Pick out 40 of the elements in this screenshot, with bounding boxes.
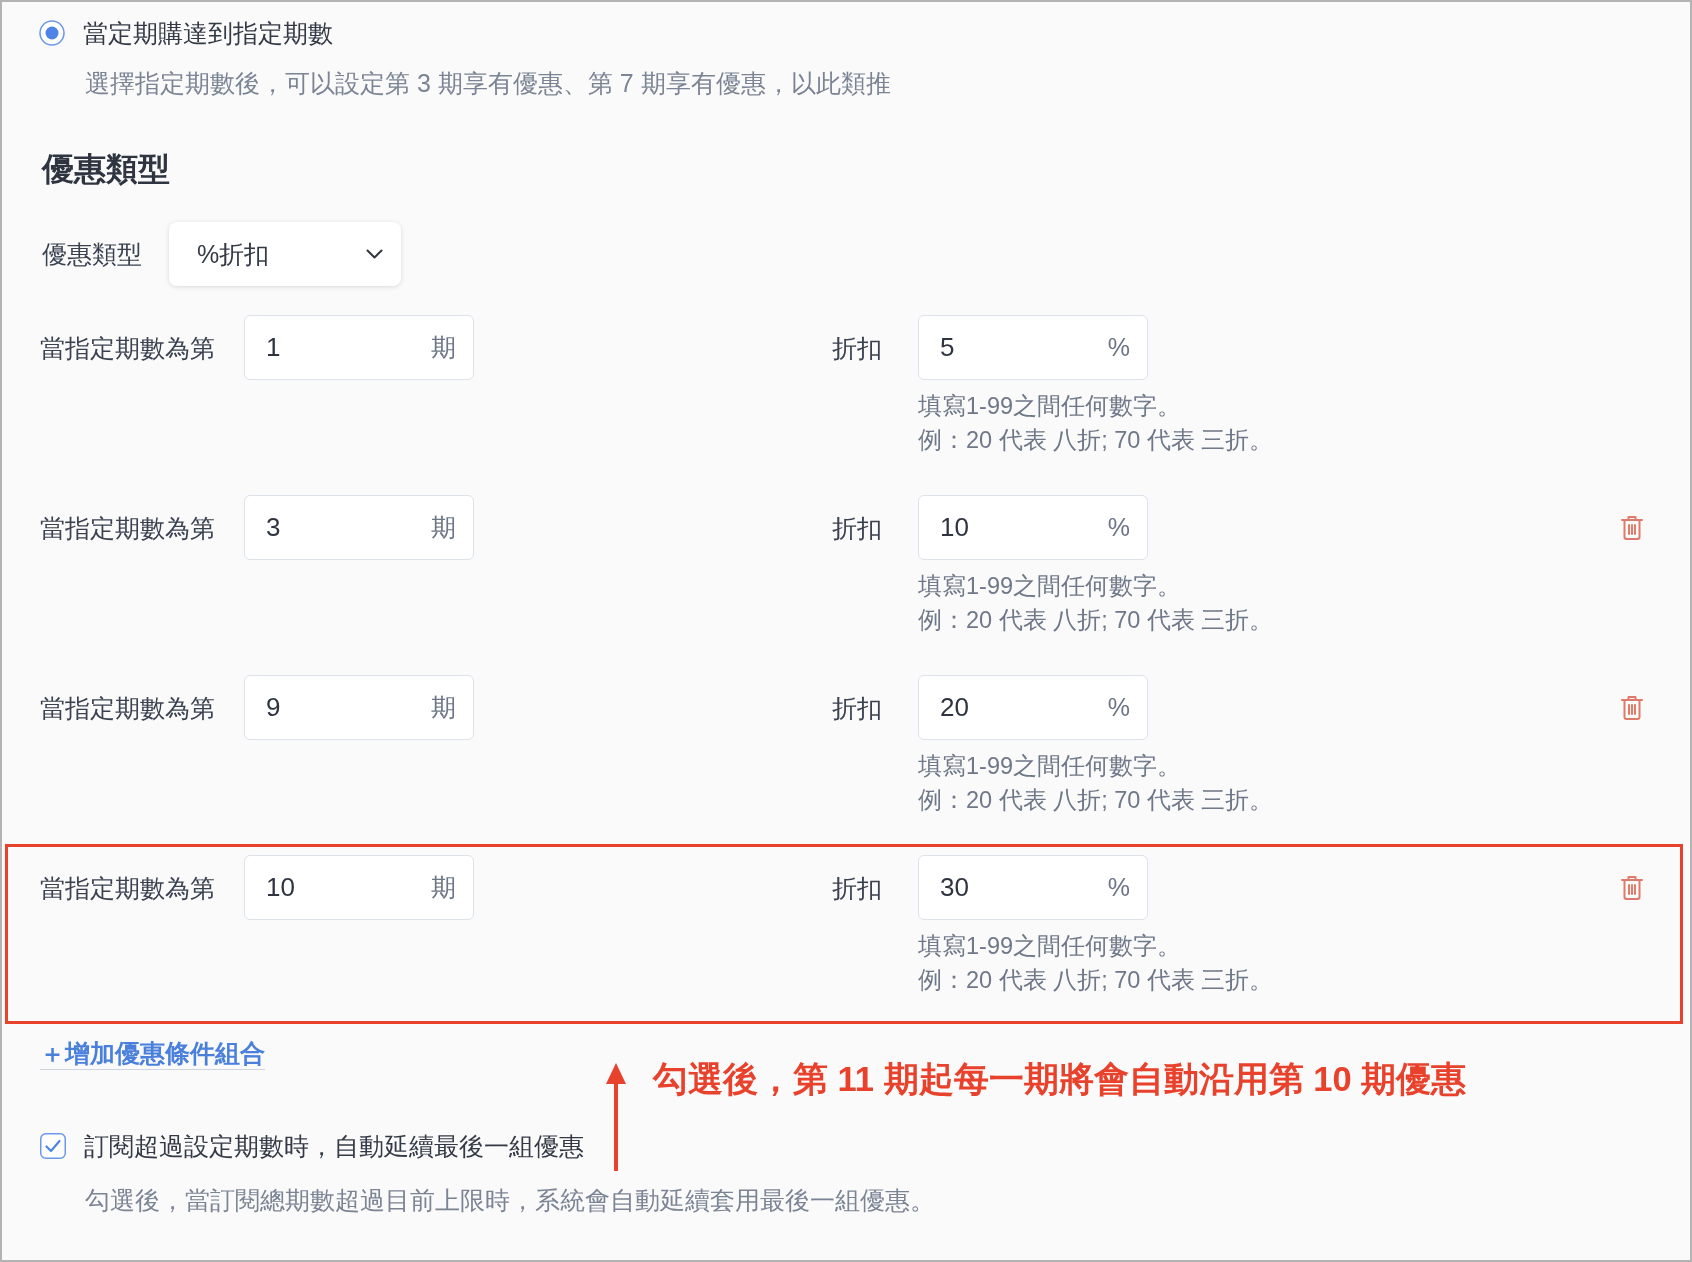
chevron-down-icon (366, 249, 383, 259)
section-title: 優惠類型 (42, 150, 170, 189)
trash-icon[interactable] (1621, 875, 1643, 900)
period-input[interactable]: 1 期 (244, 315, 474, 380)
hint-text: 填寫1-99之間任何數字。 (918, 392, 1182, 421)
checkbox-label: 訂閱超過設定期數時，自動延續最後一組優惠 (84, 1131, 584, 1162)
up-arrow-icon (604, 1063, 628, 1171)
hint-text: 例：20 代表 八折; 70 代表 三折。 (918, 606, 1274, 635)
period-input[interactable]: 9 期 (244, 675, 474, 740)
discount-label: 折扣 (832, 692, 882, 724)
discount-input[interactable]: 5 % (918, 315, 1148, 380)
period-label: 當指定期數為第 (40, 692, 215, 724)
radio-button[interactable] (39, 20, 65, 46)
discount-label: 折扣 (832, 872, 882, 904)
add-condition-link[interactable]: ＋增加優惠條件組合 (40, 1038, 265, 1070)
discount-input[interactable]: 20 % (918, 675, 1148, 740)
discount-label: 折扣 (832, 332, 882, 364)
field-label: 優惠類型 (42, 239, 143, 270)
checkbox-description: 勾選後，當訂閱總期數超過目前上限時，系統會自動延續套用最後一組優惠。 (85, 1185, 935, 1216)
period-label: 當指定期數為第 (40, 512, 215, 544)
trash-icon[interactable] (1621, 695, 1643, 720)
hint-text: 例：20 代表 八折; 70 代表 三折。 (918, 786, 1274, 815)
discount-type-select[interactable]: %折扣 (169, 222, 401, 286)
discount-input[interactable]: 10 % (918, 495, 1148, 560)
hint-text: 填寫1-99之間任何數字。 (918, 932, 1182, 961)
hint-text: 填寫1-99之間任何數字。 (918, 752, 1182, 781)
hint-text: 例：20 代表 八折; 70 代表 三折。 (918, 966, 1274, 995)
annotation-text: 勾選後，第 11 期起每一期將會自動沿用第 10 期優惠 (653, 1059, 1467, 1100)
period-input[interactable]: 10 期 (244, 855, 474, 920)
hint-text: 填寫1-99之間任何數字。 (918, 572, 1182, 601)
period-label: 當指定期數為第 (40, 332, 215, 364)
discount-input[interactable]: 30 % (918, 855, 1148, 920)
option-label: 當定期購達到指定期數 (83, 18, 333, 49)
hint-text: 例：20 代表 八折; 70 代表 三折。 (918, 426, 1274, 455)
checkbox[interactable] (40, 1133, 66, 1159)
period-input[interactable]: 3 期 (244, 495, 474, 560)
discount-label: 折扣 (832, 512, 882, 544)
trash-icon[interactable] (1621, 515, 1643, 540)
option-description: 選擇指定期數後，可以設定第 3 期享有優惠、第 7 期享有優惠，以此類推 (85, 68, 891, 99)
period-label: 當指定期數為第 (40, 872, 215, 904)
